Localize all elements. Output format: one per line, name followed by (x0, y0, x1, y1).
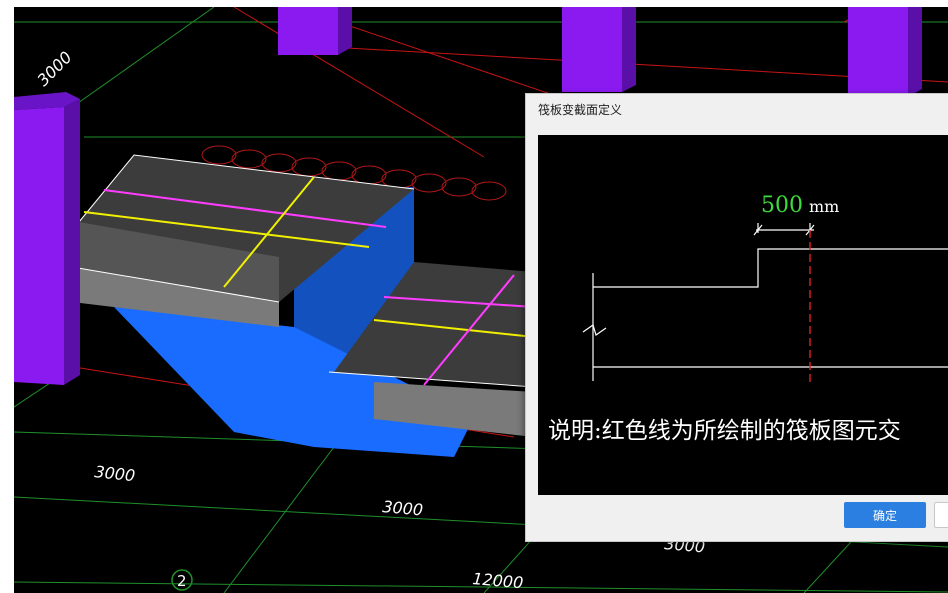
break-symbol-icon (582, 324, 607, 336)
explanation-note: 说明:红色线为所绘制的筏板图元交 (548, 418, 901, 444)
dimension-unit: mm (809, 197, 840, 216)
axis-label: 2 (177, 572, 187, 590)
section-definition-dialog: 筏板变截面定义 500 mm 说明:红色线为所绘制的筏板图元交 确定 (525, 93, 948, 542)
cancel-button[interactable] (934, 502, 948, 528)
dim-label-2: 3000 (94, 462, 136, 485)
dim-label-5: 12000 (472, 569, 524, 592)
dimension-value: 500 (761, 193, 803, 218)
slab-top-outline (593, 248, 948, 288)
section-preview: 500 mm 说明:红色线为所绘制的筏板图元交 (538, 135, 948, 495)
ok-button[interactable]: 确定 (844, 502, 926, 528)
dim-label-3: 3000 (382, 497, 424, 519)
dialog-title: 筏板变截面定义 (538, 103, 623, 117)
dim-label-1: 3000 (33, 48, 75, 90)
